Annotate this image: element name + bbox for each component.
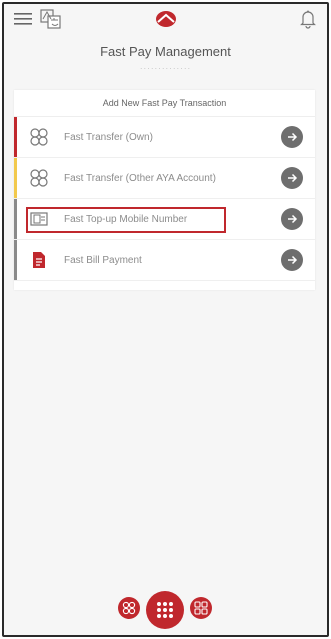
language-switch-icon[interactable] — [40, 9, 62, 29]
phone-screen: Fast Pay Management ·············· Add N… — [2, 2, 329, 637]
arrow-right-icon[interactable] — [281, 208, 303, 230]
row-accent-bar — [14, 199, 17, 239]
title-divider: ·············· — [139, 64, 192, 73]
list-item-fast-transfer-own[interactable]: Fast Transfer (Own) — [14, 117, 315, 158]
transfer-circles-icon[interactable] — [118, 597, 140, 619]
row-label: Fast Transfer (Other AYA Account) — [64, 172, 216, 184]
top-bar — [4, 4, 327, 34]
bottom-navigation — [4, 589, 327, 629]
page-title: Fast Pay Management — [100, 44, 231, 59]
bell-icon[interactable] — [299, 9, 317, 29]
bill-document-icon — [28, 249, 50, 271]
list-item-fast-bill-payment[interactable]: Fast Bill Payment — [14, 240, 315, 281]
list-item-fast-transfer-other[interactable]: Fast Transfer (Other AYA Account) — [14, 158, 315, 199]
transfer-circles-icon — [28, 126, 50, 148]
arrow-right-icon[interactable] — [281, 249, 303, 271]
fast-pay-card: Add New Fast Pay Transaction Fast Transf… — [14, 90, 315, 290]
row-label: Fast Top-up Mobile Number — [64, 213, 188, 225]
arrow-right-icon[interactable] — [281, 167, 303, 189]
card-heading: Add New Fast Pay Transaction — [14, 90, 315, 117]
mobile-topup-icon — [28, 208, 50, 230]
row-accent-bar — [14, 240, 17, 280]
row-accent-bar — [14, 158, 17, 198]
aya-bank-logo — [155, 10, 177, 28]
grid-menu-icon[interactable] — [146, 591, 184, 629]
row-label: Fast Transfer (Own) — [64, 131, 153, 143]
hamburger-menu-icon[interactable] — [14, 12, 32, 26]
arrow-right-icon[interactable] — [281, 126, 303, 148]
dashboard-grid-icon[interactable] — [190, 597, 212, 619]
row-label: Fast Bill Payment — [64, 254, 142, 266]
list-item-fast-topup-mobile[interactable]: Fast Top-up Mobile Number — [14, 199, 315, 240]
transfer-circles-icon — [28, 167, 50, 189]
row-accent-bar — [14, 117, 17, 157]
